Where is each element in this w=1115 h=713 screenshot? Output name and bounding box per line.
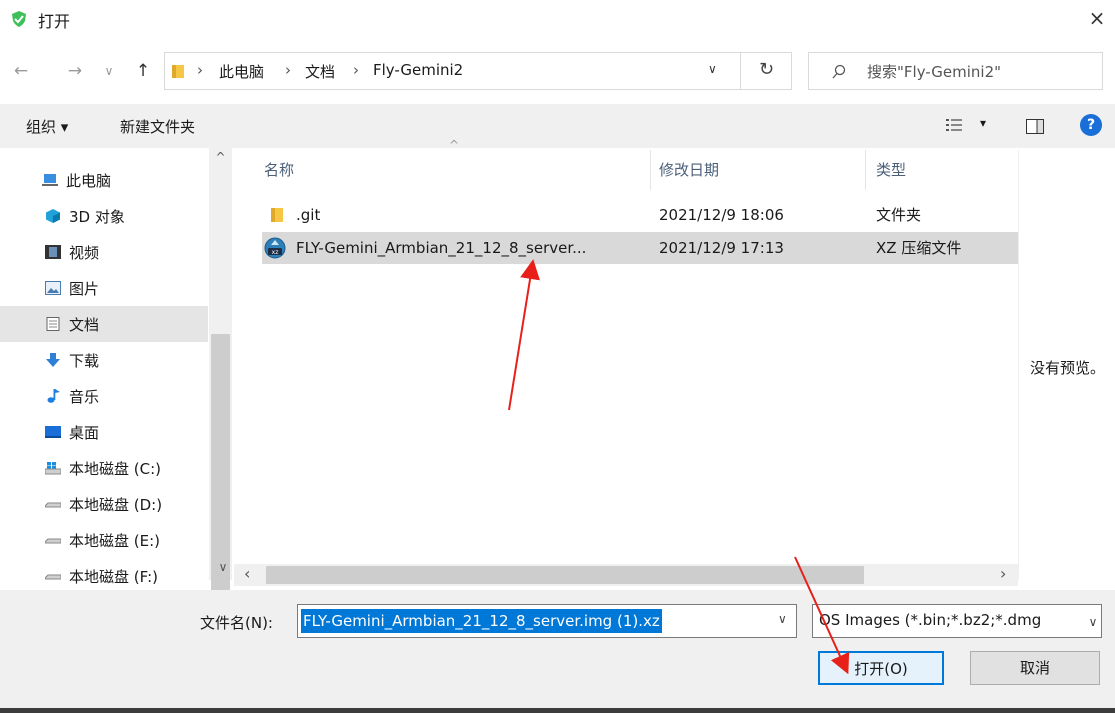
annotation-arrow-open-button <box>794 556 850 675</box>
annotation-arrow-file <box>508 259 540 411</box>
annotation-overlay <box>508 259 850 675</box>
